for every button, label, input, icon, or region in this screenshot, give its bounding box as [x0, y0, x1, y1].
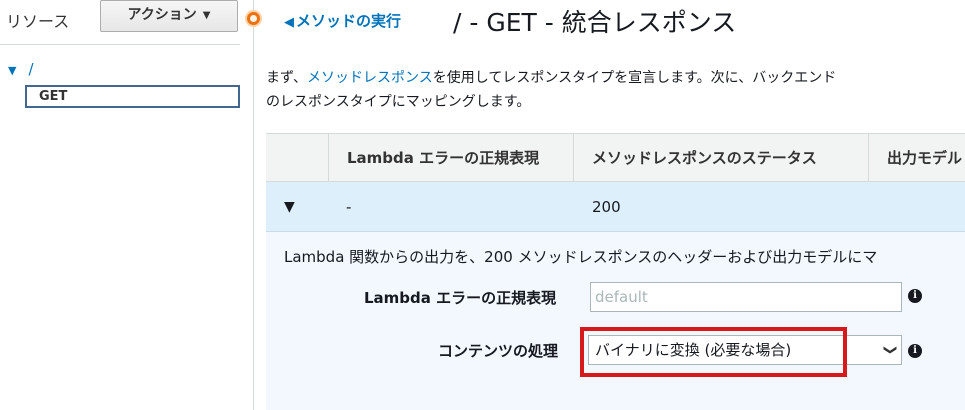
column-header-output-model: 出力モデル	[868, 134, 965, 182]
triangle-down-icon[interactable]: ▼	[8, 64, 16, 77]
description: まず、メソッドレスポンスを使用してレスポンスタイプを宣言します。次に、バックエン…	[266, 66, 965, 114]
row-detail-panel: Lambda 関数からの出力を、200 メソッドレスポンスのヘッダーおよび出力モ…	[266, 232, 965, 410]
detail-description: Lambda 関数からの出力を、200 メソッドレスポンスのヘッダーおよび出力モ…	[284, 248, 878, 266]
actions-button[interactable]: アクション ▼	[100, 0, 238, 32]
arrow-left-icon: ◀	[284, 15, 294, 30]
info-icon[interactable]: i	[908, 289, 922, 303]
chevron-down-icon: ❯	[882, 344, 898, 356]
triangle-down-icon[interactable]: ▼	[284, 182, 295, 232]
regex-input[interactable]: default	[590, 282, 902, 312]
sidebar-title: リソース	[6, 12, 70, 31]
row-status-cell: 200	[592, 198, 621, 216]
table-row[interactable]: ▼ - 200	[266, 182, 965, 232]
content-handling-label: コンテンツの処理	[438, 342, 559, 360]
tree-root-label: /	[28, 60, 34, 78]
panel-resize-handle[interactable]	[245, 10, 262, 27]
description-line1: を使用してレスポンスタイプを宣言します。次に、バックエンド	[432, 70, 837, 86]
regex-field-label: Lambda エラーの正規表現	[364, 289, 557, 307]
caret-down-icon: ▼	[202, 10, 211, 21]
resources-sidebar: リソース アクション ▼ ▼ / GET	[0, 0, 254, 410]
sidebar-divider	[0, 44, 240, 45]
info-icon[interactable]: i	[908, 344, 922, 358]
highlight-annotation-box	[580, 327, 847, 377]
column-header-status: メソッドレスポンスのステータス	[573, 134, 869, 182]
column-header-regex: Lambda エラーの正規表現	[328, 134, 574, 182]
description-line2: のレスポンスタイプにマッピングします。	[266, 94, 531, 110]
back-link-label: メソッドの実行	[296, 12, 402, 30]
back-to-method-execution-link[interactable]: ◀ メソッドの実行	[284, 10, 401, 31]
page-title: / - GET - 統合レスポンス	[453, 8, 737, 37]
table-header: Lambda エラーの正規表現 メソッドレスポンスのステータス 出力モデル	[266, 133, 965, 182]
row-regex-cell: -	[346, 198, 352, 216]
tree-item-root[interactable]: ▼ /	[8, 60, 34, 78]
method-response-link[interactable]: メソッドレスポンス	[307, 70, 433, 86]
tree-item-get[interactable]: GET	[25, 85, 240, 108]
description-prefix: まず、	[266, 70, 308, 86]
actions-button-label: アクション	[127, 7, 197, 23]
